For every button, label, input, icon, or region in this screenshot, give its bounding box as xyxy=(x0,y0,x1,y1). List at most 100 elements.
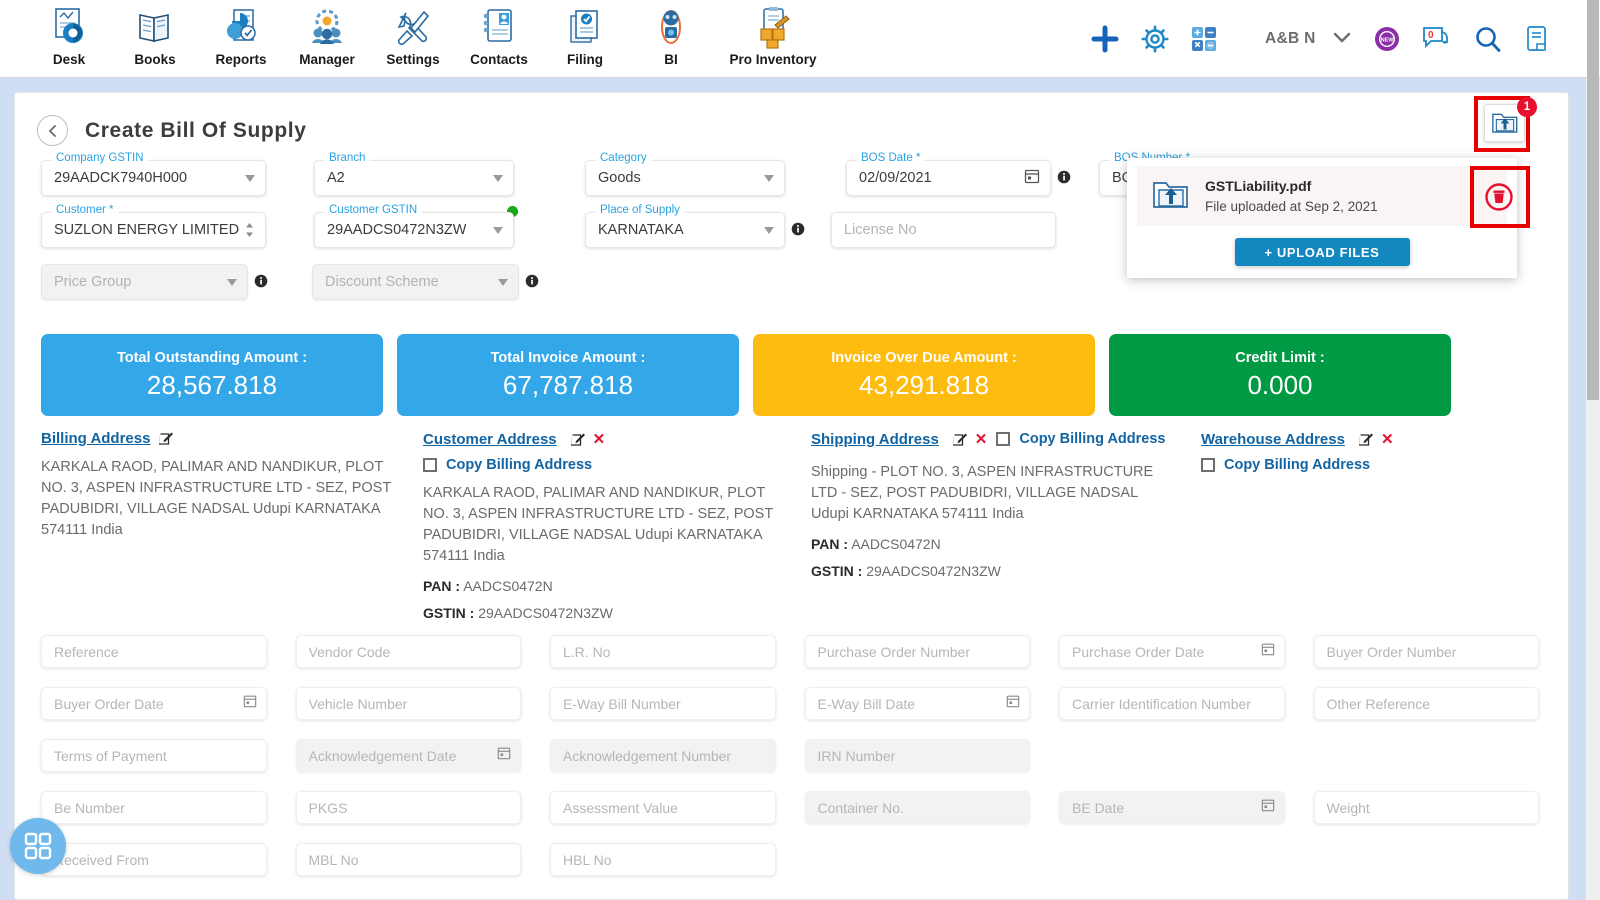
warehouse-address-title[interactable]: Warehouse Address xyxy=(1201,431,1345,448)
back-button[interactable] xyxy=(37,115,68,146)
delete-file-button[interactable] xyxy=(1485,183,1513,216)
nav-item-books[interactable]: Books xyxy=(112,0,198,67)
chevron-down-icon[interactable] xyxy=(227,278,237,286)
nav-item-desk[interactable]: Desk xyxy=(26,0,112,67)
field-e-way-bill-date[interactable]: E-Way Bill Date xyxy=(804,687,1030,720)
edit-icon[interactable] xyxy=(1358,432,1374,447)
field-assessment-value[interactable]: Assessment Value xyxy=(550,791,776,824)
nav-right-actions: A&B N NEW 0 xyxy=(1069,0,1600,78)
field-license-no[interactable]: License No xyxy=(831,212,1056,248)
gear-icon[interactable] xyxy=(1141,25,1169,53)
chat-icon[interactable]: 0 xyxy=(1422,26,1452,52)
nav-item-pro-inventory[interactable]: Pro Inventory xyxy=(714,0,832,67)
upload-files-button[interactable]: + UPLOAD FILES xyxy=(1234,238,1410,266)
field-customer-gstin[interactable]: Customer GSTIN 29AADCS0472N3ZW xyxy=(314,204,518,248)
nav-item-settings[interactable]: Settings xyxy=(370,0,456,67)
info-icon[interactable] xyxy=(254,274,268,293)
nav-item-reports[interactable]: Reports xyxy=(198,0,284,67)
calendar-icon[interactable] xyxy=(243,694,257,713)
gstin-value: 29AADCS0472N3ZW xyxy=(478,605,613,621)
field-hbl-no[interactable]: HBL No xyxy=(550,843,776,876)
field-placeholder: E-Way Bill Date xyxy=(817,695,916,712)
field-price-group[interactable]: Price Group xyxy=(41,264,248,300)
filing-icon xyxy=(565,5,605,51)
delete-icon[interactable]: ✕ xyxy=(593,430,606,448)
field-vehicle-number[interactable]: Vehicle Number xyxy=(295,687,521,720)
field-bos-date[interactable]: BOS Date * 02/09/2021 xyxy=(846,152,1051,196)
field-irn-number[interactable]: IRN Number xyxy=(804,739,1030,772)
chevron-down-icon[interactable] xyxy=(764,174,774,182)
field-buyer-order-date[interactable]: Buyer Order Date xyxy=(41,687,267,720)
chevron-down-icon[interactable] xyxy=(764,226,774,234)
field-company-gstin[interactable]: Company GSTIN 29AADCK7940H000 xyxy=(41,152,266,196)
field-customer[interactable]: Customer * SUZLON ENERGY LIMITED xyxy=(41,204,266,248)
field-container-no[interactable]: Container No. xyxy=(804,791,1030,824)
delete-icon[interactable]: ✕ xyxy=(975,430,988,448)
edit-icon[interactable] xyxy=(570,432,586,447)
calendar-icon[interactable] xyxy=(1261,642,1275,661)
copy-billing-address-checkbox[interactable] xyxy=(1201,458,1215,472)
field-be-number[interactable]: Be Number xyxy=(41,791,267,824)
info-icon[interactable] xyxy=(1057,170,1071,189)
floating-widget-button[interactable] xyxy=(10,818,66,874)
field-branch[interactable]: Branch A2 xyxy=(314,152,514,196)
field-terms-of-payment[interactable]: Terms of Payment xyxy=(41,739,267,772)
plus-icon[interactable] xyxy=(1091,25,1119,53)
info-icon[interactable] xyxy=(791,222,805,241)
uploaded-file-name: GSTLiability.pdf xyxy=(1205,178,1312,194)
field-purchase-order-date[interactable]: Purchase Order Date xyxy=(1059,635,1285,668)
nav-item-contacts[interactable]: Contacts xyxy=(456,0,542,67)
calculator-icon[interactable] xyxy=(1191,26,1217,52)
chevron-down-icon[interactable] xyxy=(245,174,255,182)
field-reference[interactable]: Reference xyxy=(41,635,267,668)
field-purchase-order-number[interactable]: Purchase Order Number xyxy=(804,635,1030,668)
chevron-down-icon[interactable] xyxy=(493,174,503,182)
field-be-date[interactable]: BE Date xyxy=(1059,791,1285,824)
field-pkgs[interactable]: PKGS xyxy=(295,791,521,824)
calendar-icon[interactable] xyxy=(1006,694,1020,713)
billing-address-title[interactable]: Billing Address xyxy=(41,430,150,447)
field-mbl-no[interactable]: MBL No xyxy=(295,843,521,876)
copy-billing-address-checkbox[interactable] xyxy=(423,458,437,472)
customer-address-title[interactable]: Customer Address xyxy=(423,431,557,448)
nav-item-manager[interactable]: Manager xyxy=(284,0,370,67)
calendar-icon[interactable] xyxy=(497,746,511,765)
field-discount-scheme[interactable]: Discount Scheme xyxy=(312,264,519,300)
field-weight[interactable]: Weight xyxy=(1313,791,1539,824)
chevron-left-icon xyxy=(48,124,56,137)
nav-label: Pro Inventory xyxy=(729,52,817,67)
edit-icon[interactable] xyxy=(952,432,968,447)
uploaded-file-row[interactable]: GSTLiability.pdf File uploaded at Sep 2,… xyxy=(1137,166,1507,226)
nav-item-bi[interactable]: BI xyxy=(628,0,714,67)
page-scrollbar-thumb[interactable] xyxy=(1587,0,1599,400)
field-acknowledgement-number[interactable]: Acknowledgement Number xyxy=(550,739,776,772)
chevron-down-icon[interactable] xyxy=(493,226,503,234)
gstin-label: GSTIN : xyxy=(811,563,863,579)
field-category[interactable]: Category Goods xyxy=(585,152,785,196)
field-acknowledgement-date[interactable]: Acknowledgement Date xyxy=(295,739,521,772)
field-buyer-order-number[interactable]: Buyer Order Number xyxy=(1313,635,1539,668)
copy-billing-address-checkbox[interactable] xyxy=(996,432,1011,446)
company-name[interactable]: A&B N xyxy=(1265,30,1323,48)
field-l-r-no[interactable]: L.R. No xyxy=(550,635,776,668)
info-icon[interactable] xyxy=(525,274,539,293)
field-carrier-identification-number[interactable]: Carrier Identification Number xyxy=(1059,687,1285,720)
edit-icon[interactable] xyxy=(159,431,174,446)
field-e-way-bill-number[interactable]: E-Way Bill Number xyxy=(550,687,776,720)
field-received-from[interactable]: Received From xyxy=(41,843,267,876)
chevron-down-icon[interactable] xyxy=(1332,30,1352,49)
shipping-address-title[interactable]: Shipping Address xyxy=(811,431,939,448)
search-icon[interactable] xyxy=(1474,25,1502,53)
calendar-icon[interactable] xyxy=(1024,168,1040,189)
field-place-of-supply[interactable]: Place of Supply KARNATAKA xyxy=(585,204,785,248)
nav-item-filing[interactable]: Filing xyxy=(542,0,628,67)
chevron-down-icon[interactable] xyxy=(498,278,508,286)
notes-icon[interactable] xyxy=(1524,25,1550,53)
field-other-reference[interactable]: Other Reference xyxy=(1313,687,1539,720)
calendar-icon[interactable] xyxy=(1261,798,1275,817)
delete-icon[interactable]: ✕ xyxy=(1381,430,1394,448)
new-badge-icon[interactable]: NEW xyxy=(1374,26,1400,52)
stepper-icon[interactable] xyxy=(244,221,255,239)
field-vendor-code[interactable]: Vendor Code xyxy=(295,635,521,668)
upload-count-badge: 1 xyxy=(1517,97,1537,117)
